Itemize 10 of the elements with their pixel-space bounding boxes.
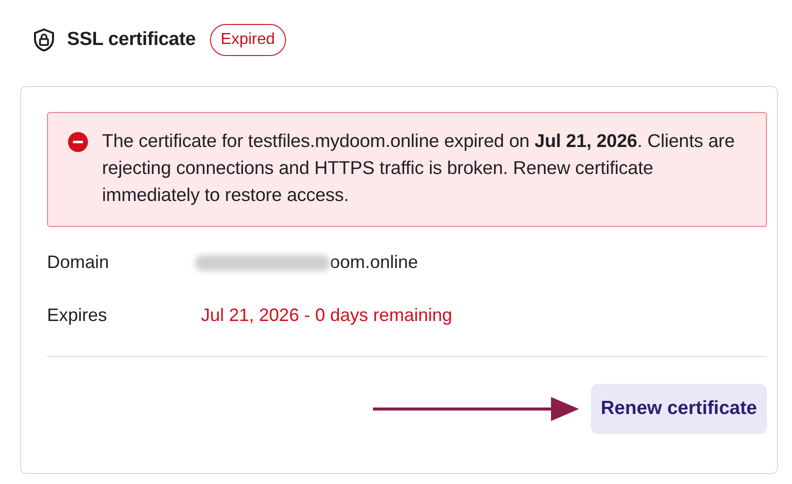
- status-badge: Expired: [210, 24, 286, 56]
- renew-button[interactable]: Renew certificate: [590, 384, 767, 434]
- alert-message: The certificate for testfiles.mydoom.online expired on Jul 21, 2026. Clients are rejecting connections and HTTPS traffic is broken. Renew certificate immediately to restore access.: [102, 129, 736, 207]
- field-label: Expires: [47, 305, 108, 326]
- field-value: Jul 21, 2026 - 0 days remaining: [201, 305, 452, 326]
- shield-lock-icon: [33, 28, 55, 52]
- field-value: oom.online: [330, 252, 418, 273]
- error-icon: [68, 132, 88, 152]
- section-title: SSL certificate: [67, 29, 196, 51]
- field-label: Domain: [47, 252, 110, 273]
